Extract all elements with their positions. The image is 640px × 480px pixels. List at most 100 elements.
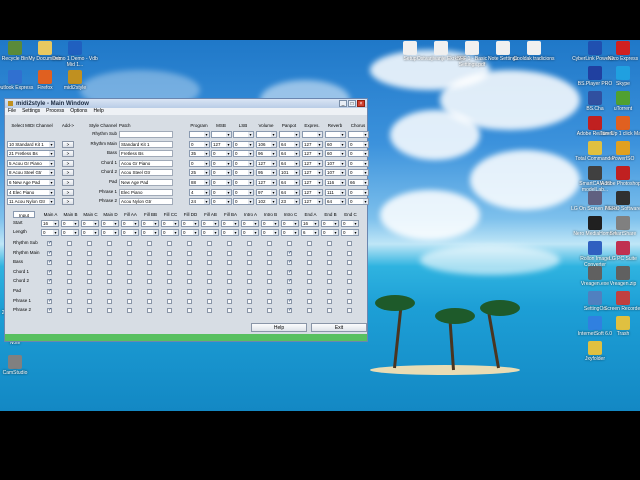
chevron-down-icon[interactable]: ▾ — [253, 230, 258, 235]
chevron-down-icon[interactable]: ▾ — [363, 141, 368, 147]
panpot-select-4[interactable]: 101 ▾ — [279, 169, 300, 177]
chevron-down-icon[interactable]: ▾ — [294, 132, 299, 137]
chevron-down-icon[interactable]: ▾ — [363, 199, 368, 205]
volume-select-6[interactable]: 97 ▾ — [256, 188, 277, 196]
start-select-9[interactable]: 0 ▾ — [201, 220, 219, 227]
chevron-down-icon[interactable]: ▾ — [226, 170, 231, 176]
chevron-down-icon[interactable]: ▾ — [353, 230, 358, 235]
track-checkbox[interactable] — [207, 308, 212, 314]
track-checkbox[interactable] — [267, 308, 272, 314]
chevron-down-icon[interactable]: ▾ — [133, 221, 138, 226]
track-checkbox[interactable] — [47, 288, 52, 294]
patch-field-2[interactable]: Fretless Bs — [119, 150, 173, 158]
add-button-3[interactable]: > — [62, 159, 74, 167]
track-checkbox[interactable] — [167, 289, 172, 294]
msb-select-4[interactable]: 0 ▾ — [211, 169, 232, 177]
track-checkbox[interactable] — [147, 260, 152, 266]
length-select-6[interactable]: 0 ▾ — [141, 229, 159, 236]
track-checkbox[interactable] — [307, 279, 312, 285]
track-checkbox[interactable] — [167, 269, 172, 275]
section-tab-end-b[interactable]: End B — [321, 211, 340, 218]
chevron-down-icon[interactable]: ▾ — [204, 170, 209, 176]
track-checkbox[interactable] — [247, 279, 252, 285]
program-select-5[interactable]: 88 ▾ — [189, 179, 210, 186]
midi-channel-select-4[interactable]: 8 Acou Steel Gtr ▾ — [7, 169, 55, 177]
chevron-down-icon[interactable]: ▾ — [340, 170, 345, 176]
volume-select-7[interactable]: 102 ▾ — [256, 198, 277, 206]
track-checkbox[interactable] — [227, 241, 232, 246]
track-checkbox[interactable] — [187, 260, 192, 266]
track-checkbox[interactable] — [347, 260, 352, 266]
chevron-down-icon[interactable]: ▾ — [204, 180, 209, 185]
lsb-select-7[interactable]: 0 ▾ — [233, 198, 254, 206]
start-select-3[interactable]: 0 ▾ — [81, 220, 99, 227]
track-checkbox[interactable] — [167, 250, 172, 256]
length-select-16[interactable]: 0 ▾ — [341, 229, 359, 236]
section-tab-fill-aa[interactable]: Fill AA — [121, 211, 140, 218]
patch-field-5[interactable]: New Age Pad — [119, 179, 173, 186]
expr-select-7[interactable]: 127 ▾ — [302, 198, 323, 206]
track-checkbox[interactable] — [47, 269, 52, 275]
track-checkbox[interactable] — [207, 260, 212, 266]
panpot-select-2[interactable]: 64 ▾ — [279, 150, 300, 158]
volume-select-1[interactable]: 106 ▾ — [256, 140, 277, 148]
chevron-down-icon[interactable]: ▾ — [294, 160, 299, 166]
chevron-down-icon[interactable]: ▾ — [226, 160, 231, 166]
desktop-icon-right-3[interactable]: Skype — [598, 66, 640, 87]
midi-channel-select-6[interactable]: 4 Elec Piano ▾ — [7, 188, 55, 196]
reverb-select-2[interactable]: 60 ▾ — [325, 150, 346, 158]
track-checkbox[interactable] — [327, 269, 332, 275]
chevron-down-icon[interactable]: ▾ — [253, 221, 258, 226]
midi-channel-select-7[interactable]: 11 Acou Nylon Gtr ▾ — [7, 198, 55, 206]
help-button[interactable]: Help — [251, 323, 307, 332]
length-select-15[interactable]: 0 ▾ — [321, 229, 339, 236]
desktop-icon-right-24[interactable]: Jxyfolder — [570, 341, 620, 362]
section-tab-main-c[interactable]: Main C — [81, 211, 100, 218]
chevron-down-icon[interactable]: ▾ — [226, 189, 231, 195]
track-checkbox[interactable] — [87, 250, 92, 256]
track-checkbox[interactable] — [247, 241, 252, 246]
track-checkbox[interactable] — [227, 308, 232, 314]
msb-select-1[interactable]: 127 ▾ — [211, 140, 232, 148]
track-checkbox[interactable] — [67, 308, 72, 314]
add-button-1[interactable]: > — [62, 140, 74, 148]
reverb-select-3[interactable]: 107 ▾ — [325, 159, 346, 167]
chevron-down-icon[interactable]: ▾ — [248, 160, 253, 166]
volume-select-5[interactable]: 127 ▾ — [256, 179, 277, 186]
chevron-down-icon[interactable]: ▾ — [271, 189, 276, 195]
msb-select-6[interactable]: 0 ▾ — [211, 188, 232, 196]
volume-select-4[interactable]: 95 ▾ — [256, 169, 277, 177]
chevron-down-icon[interactable]: ▾ — [333, 230, 338, 235]
desktop-icon-right-21[interactable]: Screen Recorder — [598, 291, 640, 312]
track-checkbox[interactable] — [47, 307, 52, 314]
track-checkbox[interactable] — [147, 298, 152, 304]
chevron-down-icon[interactable]: ▾ — [204, 189, 209, 195]
desktop-icon-right-1[interactable]: Nero Express — [598, 41, 640, 62]
track-checkbox[interactable] — [267, 279, 272, 285]
chorus-select-7[interactable]: 0 ▾ — [348, 198, 369, 206]
chevron-down-icon[interactable]: ▾ — [340, 132, 345, 137]
add-button-7[interactable]: > — [62, 198, 74, 206]
start-select-8[interactable]: 0 ▾ — [181, 220, 199, 227]
panpot-select-1[interactable]: 64 ▾ — [279, 140, 300, 148]
track-checkbox[interactable] — [207, 241, 212, 246]
chevron-down-icon[interactable]: ▾ — [226, 141, 231, 147]
msb-select-3[interactable]: 0 ▾ — [211, 159, 232, 167]
chevron-down-icon[interactable]: ▾ — [248, 170, 253, 176]
chevron-down-icon[interactable]: ▾ — [73, 221, 78, 226]
track-checkbox[interactable] — [267, 250, 272, 256]
track-checkbox[interactable] — [227, 269, 232, 275]
lsb-select-4[interactable]: 0 ▾ — [233, 169, 254, 177]
length-select-8[interactable]: 0 ▾ — [181, 229, 199, 236]
chevron-down-icon[interactable]: ▾ — [49, 151, 54, 157]
track-checkbox[interactable] — [87, 298, 92, 304]
track-checkbox[interactable] — [107, 298, 112, 304]
start-select-4[interactable]: 0 ▾ — [101, 220, 119, 227]
chevron-down-icon[interactable]: ▾ — [248, 180, 253, 185]
track-checkbox[interactable] — [247, 308, 252, 314]
track-checkbox[interactable] — [87, 289, 92, 294]
track-checkbox[interactable] — [307, 289, 312, 294]
program-select-7[interactable]: 24 ▾ — [189, 198, 210, 206]
length-select-5[interactable]: 0 ▾ — [121, 229, 139, 236]
track-checkbox[interactable] — [187, 241, 192, 246]
